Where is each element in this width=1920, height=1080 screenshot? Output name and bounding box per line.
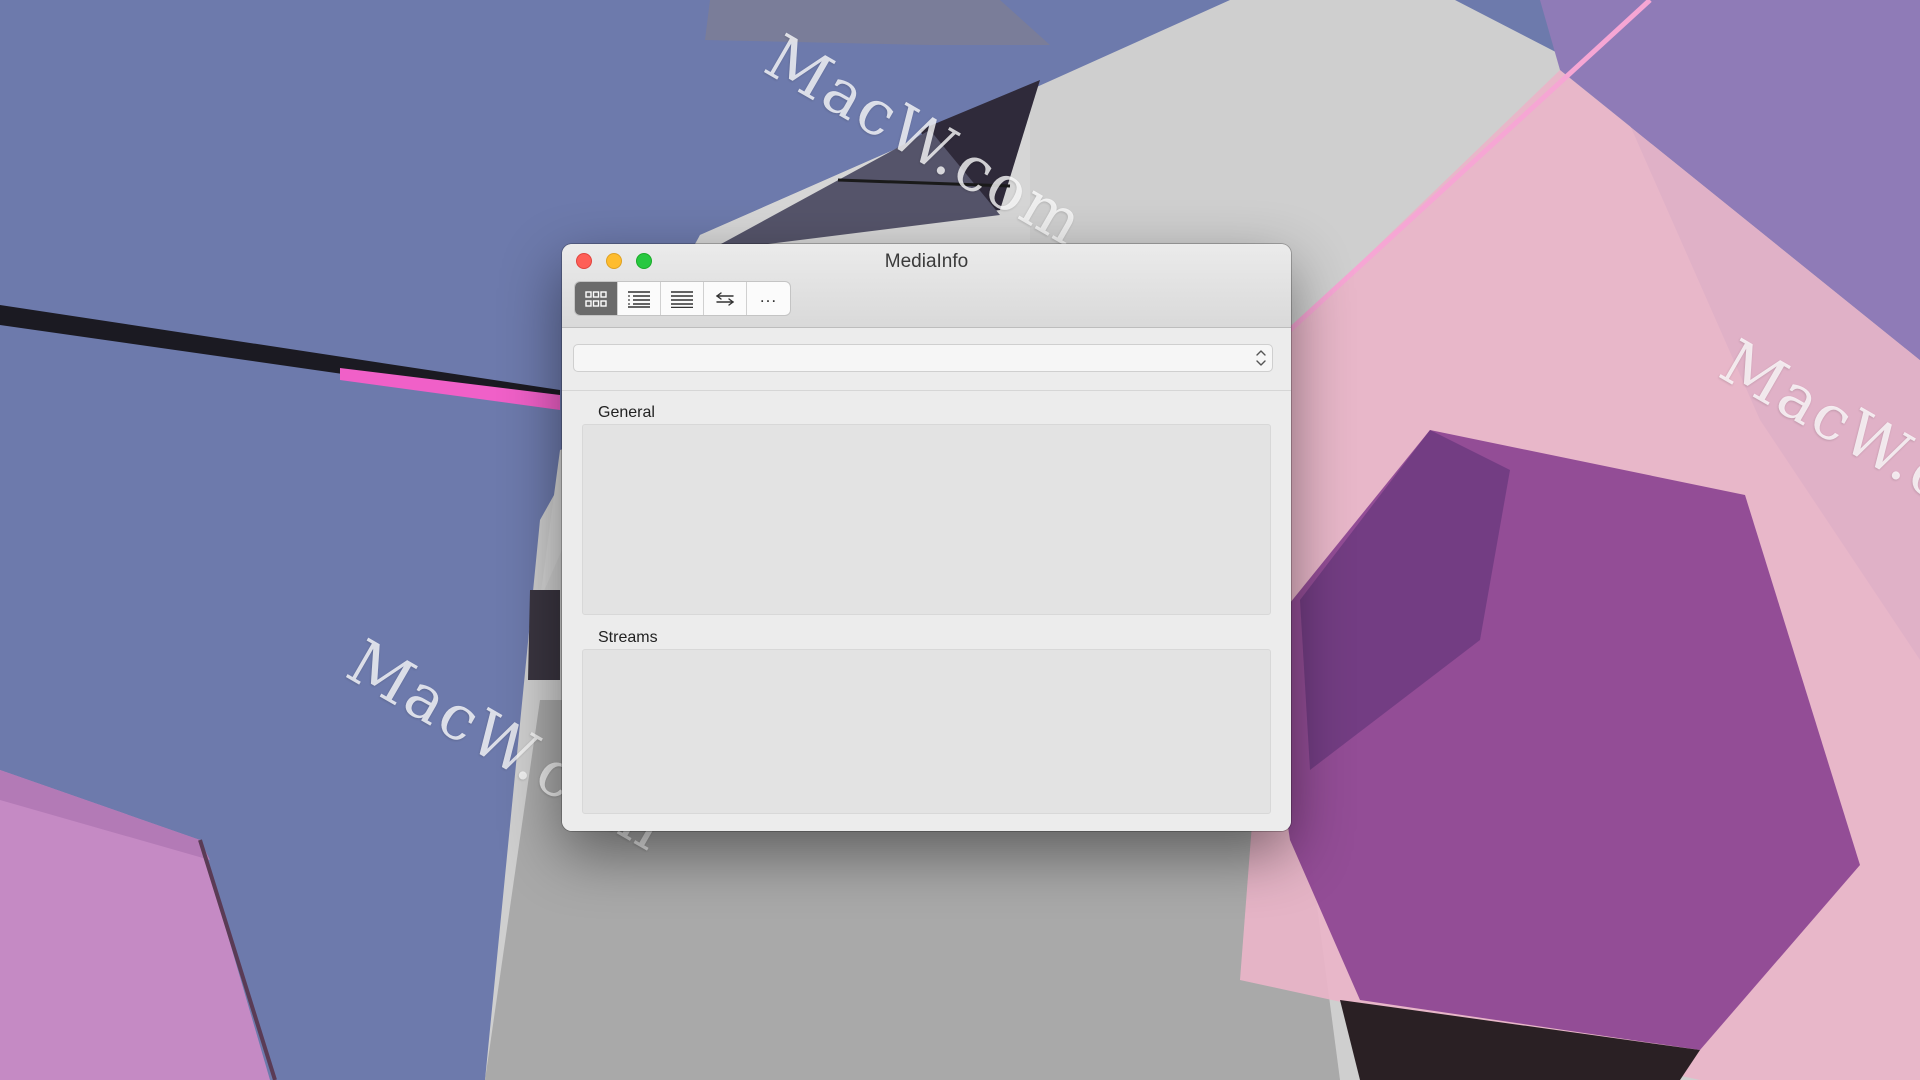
file-select-popup[interactable] xyxy=(573,344,1273,372)
more-icon: ... xyxy=(759,286,778,306)
streams-section-box xyxy=(582,649,1271,814)
more-button[interactable]: ... xyxy=(747,282,790,315)
easy-view-button[interactable] xyxy=(575,282,618,315)
swap-arrows-icon xyxy=(715,291,735,306)
text-view-button[interactable] xyxy=(661,282,704,315)
view-mode-toolbar: ... xyxy=(574,281,791,316)
up-down-chevron-icon xyxy=(1254,348,1268,368)
general-section-label: General xyxy=(598,404,655,421)
window-title: MediaInfo xyxy=(884,251,969,272)
divider xyxy=(562,390,1291,391)
streams-section-label: Streams xyxy=(598,629,658,646)
content-area: General Streams xyxy=(562,328,1291,831)
title-bar[interactable]: MediaInfo ... xyxy=(562,244,1291,328)
grid-icon xyxy=(585,290,607,307)
compare-view-button[interactable] xyxy=(704,282,747,315)
mediainfo-window: MediaInfo ... General Streams xyxy=(562,244,1291,831)
indented-list-icon xyxy=(627,290,651,308)
sheet-view-button[interactable] xyxy=(618,282,661,315)
general-section-box xyxy=(582,424,1271,615)
text-lines-icon xyxy=(670,290,694,308)
